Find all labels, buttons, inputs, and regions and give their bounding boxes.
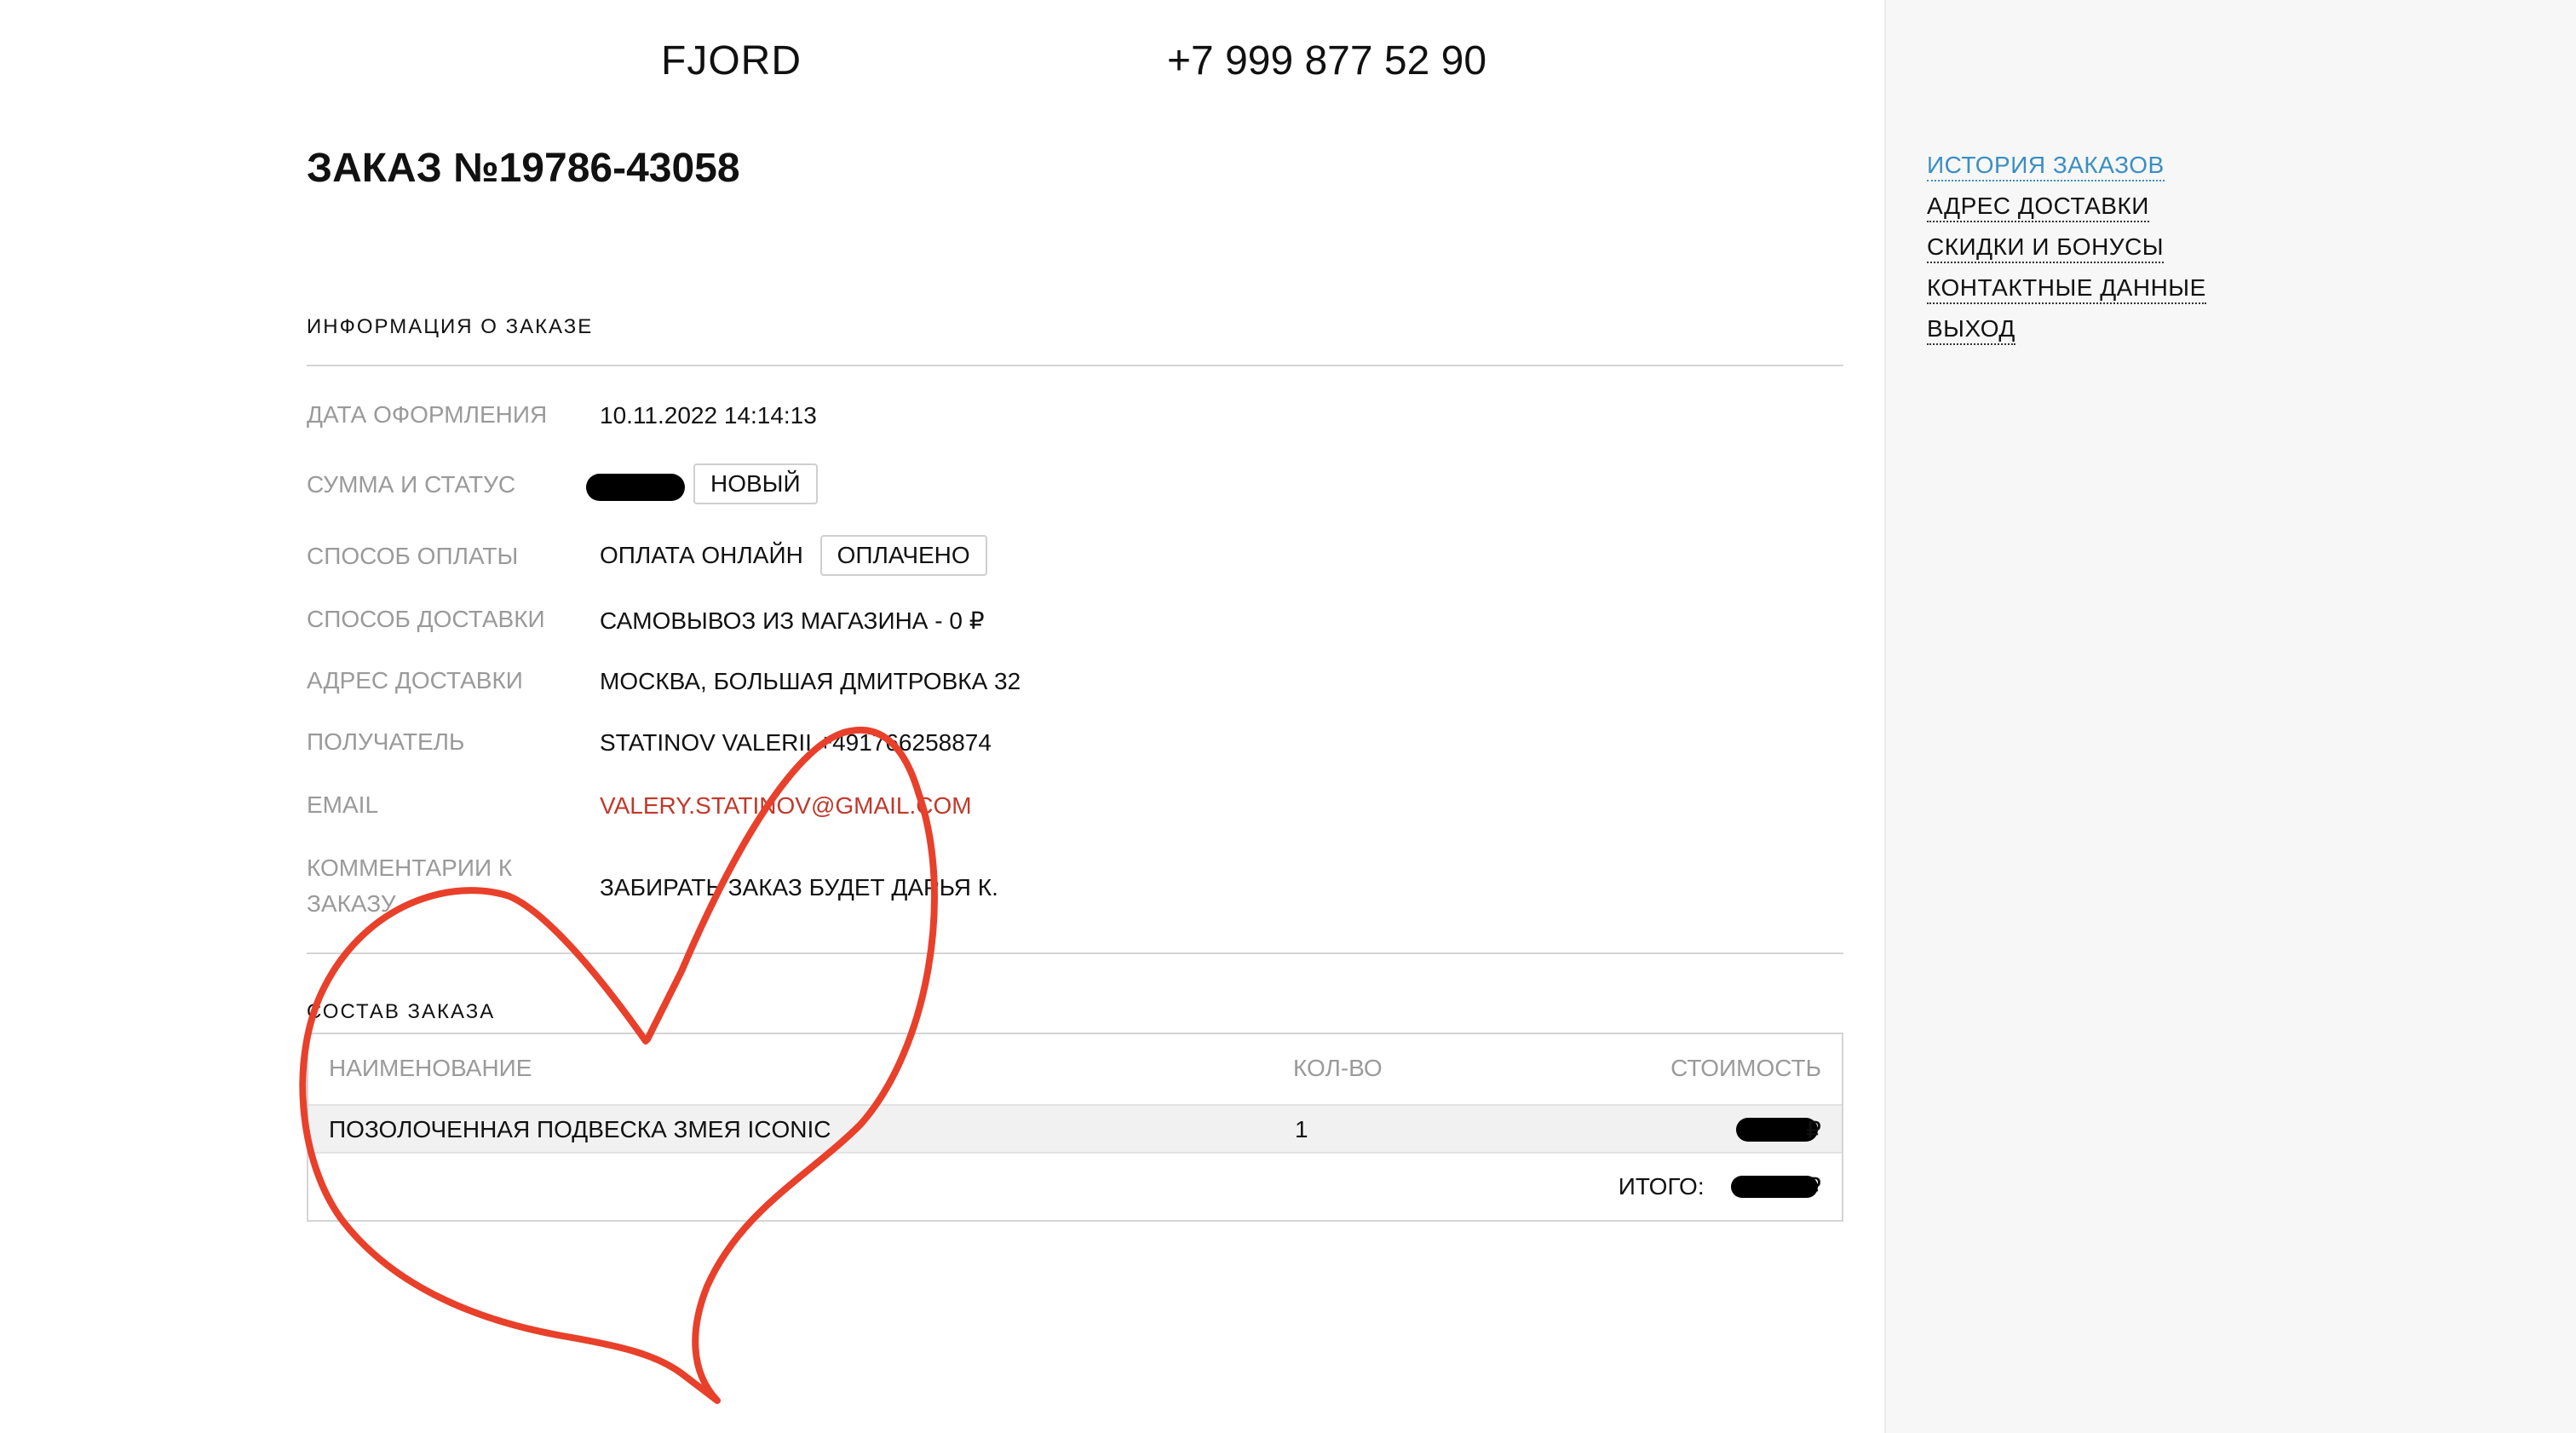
address-value: МОСКВА, БОЛЬШАЯ ДМИТРОВКА 32 [600,668,1021,694]
brand-logo[interactable]: FJORD [661,37,802,84]
account-sidebar: ИСТОРИЯ ЗАКАЗОВ АДРЕС ДОСТАВКИ СКИДКИ И … [1884,0,2576,1433]
column-header-cost: СТОИМОСТЬ [1670,1055,1821,1081]
sidebar-item-logout[interactable]: ВЫХОД [1927,315,2206,356]
order-status-badge: НОВЫЙ [693,463,818,504]
sidebar-item-discounts[interactable]: СКИДКИ И БОНУСЫ [1927,233,2206,274]
item-name: ПОЗОЛОЧЕННАЯ ПОДВЕСКА ЗМЕЯ ICONIC [329,1116,831,1142]
comment-value: ЗАБИРАТЬ ЗАКАЗ БУДЕТ ДАРЬЯ К. [600,874,998,901]
sidebar-link[interactable]: СКИДКИ И БОНУСЫ [1927,233,2165,263]
delivery-value: САМОВЫВОЗ ИЗ МАГАЗИНА - 0 ₽ [600,607,985,634]
column-header-name: НАИМЕНОВАНИЕ [329,1055,532,1081]
total-label: ИТОГО: [1618,1173,1705,1200]
sidebar-item-delivery-address[interactable]: АДРЕС ДОСТАВКИ [1927,193,2206,233]
sidebar-link[interactable]: КОНТАКТНЫЕ ДАННЫЕ [1927,274,2206,304]
redaction-mark [1731,1176,1818,1198]
date-value: 10.11.2022 14:14:13 [600,402,817,429]
delivery-label: СПОСОБ ДОСТАВКИ [307,606,545,632]
page-title: ЗАКАЗ №19786-43058 [307,146,740,191]
order-items-table: НАИМЕНОВАНИЕ КОЛ-ВО СТОИМОСТЬ ПОЗОЛОЧЕНН… [307,1033,1843,1222]
sidebar-link[interactable]: ВЫХОД [1927,315,2015,345]
item-qty: 1 [1295,1116,1308,1142]
sum-status-label: СУММА И СТАТУС [307,471,516,498]
table-row: ПОЗОЛОЧЕННАЯ ПОДВЕСКА ЗМЕЯ ICONIC 1 ₽ [308,1104,1842,1154]
payment-label: СПОСОБ ОПЛАТЫ [307,543,519,569]
comment-label: КОММЕНТАРИИ К ЗАКАЗУ [307,855,513,917]
payment-status-badge: ОПЛАЧЕНО [819,535,987,576]
payment-method-value: ОПЛАТА ОНЛАЙН [600,542,803,568]
sidebar-item-order-history[interactable]: ИСТОРИЯ ЗАКАЗОВ [1927,152,2206,193]
sidebar-link[interactable]: ИСТОРИЯ ЗАКАЗОВ [1927,152,2165,181]
email-label: EMAIL [307,791,379,818]
column-header-qty: КОЛ-ВО [1293,1055,1383,1081]
account-nav: ИСТОРИЯ ЗАКАЗОВ АДРЕС ДОСТАВКИ СКИДКИ И … [1927,152,2206,356]
redaction-mark [586,474,685,501]
sidebar-link[interactable]: АДРЕС ДОСТАВКИ [1927,193,2149,222]
date-label: ДАТА ОФОРМЛЕНИЯ [307,401,548,428]
order-composition-heading: СОСТАВ ЗАКАЗА [307,1000,496,1023]
phone-number[interactable]: +7 999 877 52 90 [1167,37,1486,84]
divider [307,952,1843,954]
order-info-heading: ИНФОРМАЦИЯ О ЗАКАЗЕ [307,315,594,338]
sidebar-item-contacts[interactable]: КОНТАКТНЫЕ ДАННЫЕ [1927,274,2206,315]
item-currency: ₽ [1806,1117,1821,1143]
address-label: АДРЕС ДОСТАВКИ [307,667,523,693]
divider [307,365,1843,366]
recipient-label: ПОЛУЧАТЕЛЬ [307,728,465,755]
email-link[interactable]: VALERY.STATINOV@GMAIL.COM [600,792,972,820]
recipient-value: STATINOV VALERII +491766258874 [600,729,992,756]
